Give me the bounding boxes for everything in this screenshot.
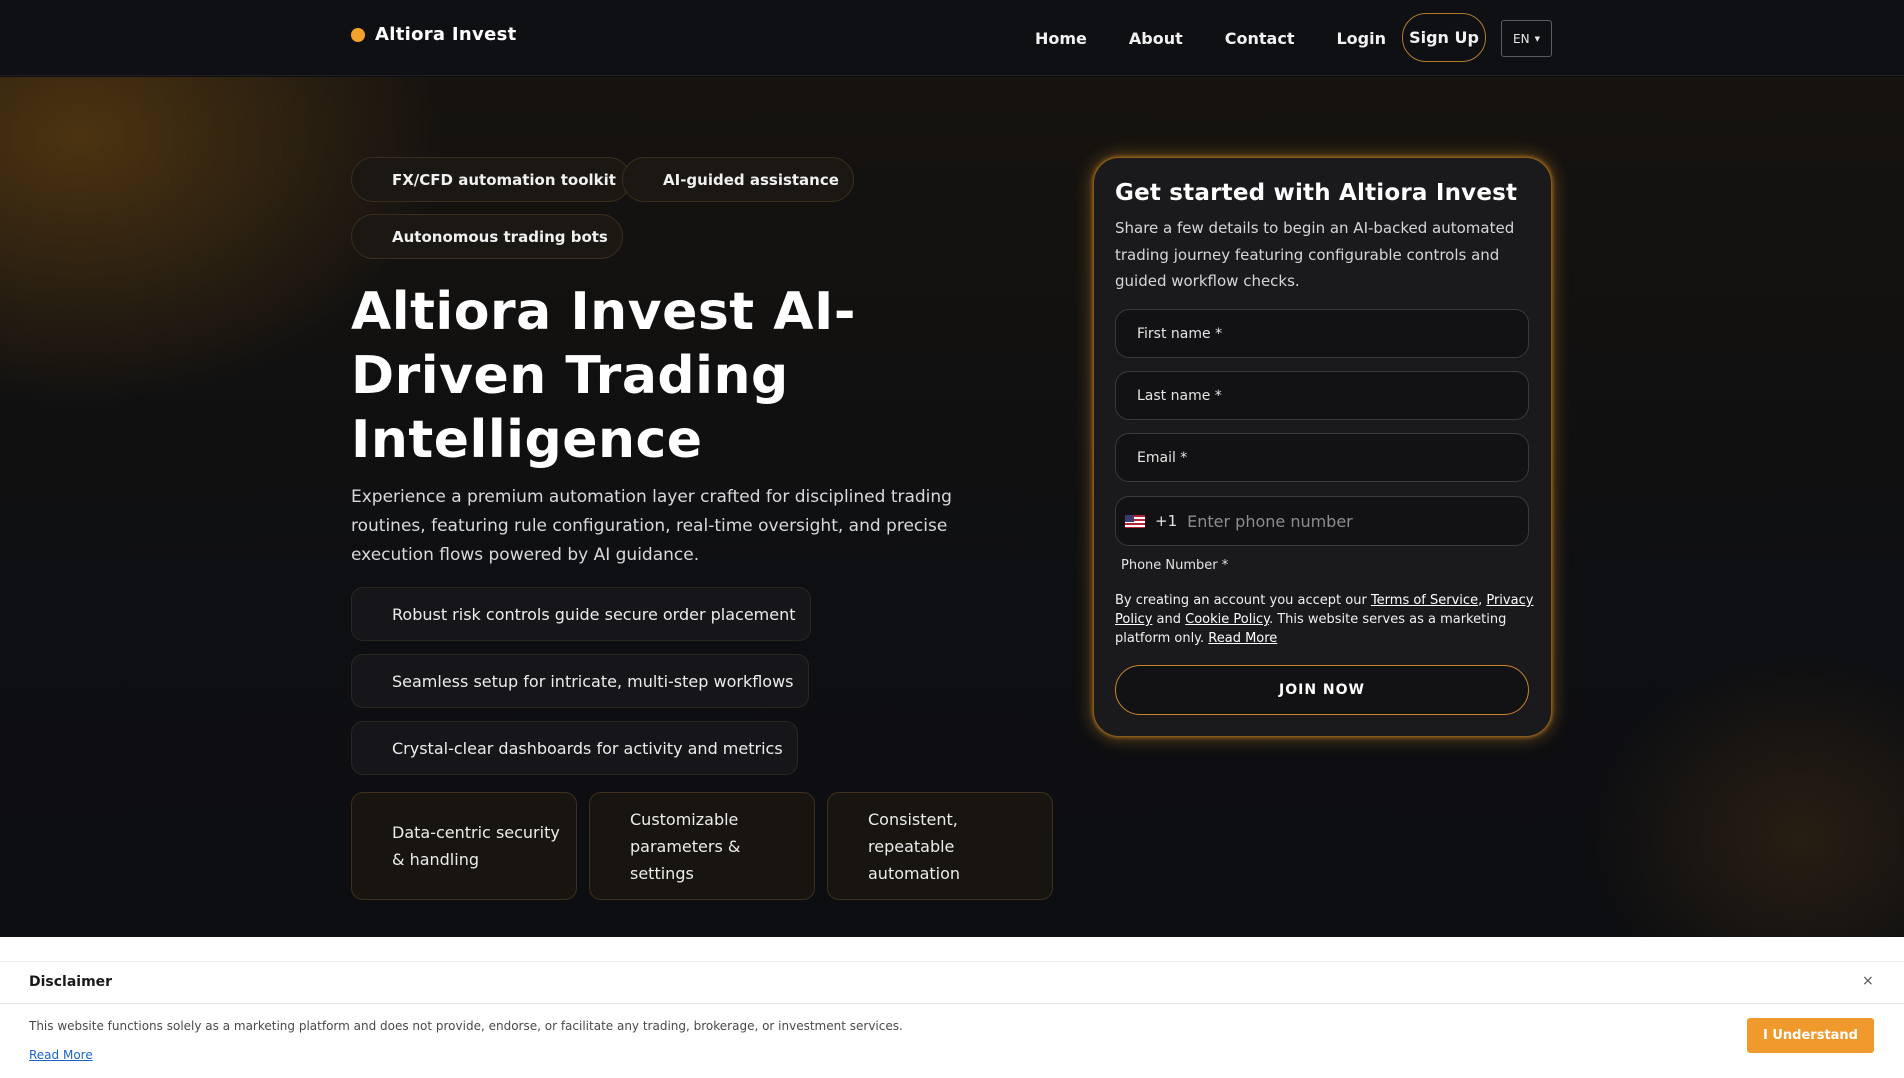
disclaimer-banner: Disclaimer × This website functions sole… [0,937,1904,1078]
nav-link-about[interactable]: About [1129,29,1183,48]
cookie-link[interactable]: Cookie Policy [1185,612,1269,627]
hero-lead-text: Experience a premium automation layer cr… [351,487,952,565]
nav-link-contact[interactable]: Contact [1225,29,1295,48]
legal-comma: , [1478,593,1483,608]
terms-link[interactable]: Terms of Service [1371,593,1478,608]
tag-pill: Autonomous trading bots [351,214,623,259]
legal-text: By creating an account you accept our Te… [1115,591,1535,648]
email-field[interactable]: Email * [1115,433,1529,482]
caret-down-icon: ▼ [1534,34,1540,43]
feature-card: Consistent, repeatable automation [827,792,1053,900]
form-subtitle: Share a few details to begin an AI-backe… [1115,219,1515,290]
signup-form: Get started with Altiora Invest Share a … [1093,157,1552,737]
last-name-placeholder: Last name * [1137,387,1222,404]
language-selector[interactable]: EN ▼ [1501,20,1552,57]
top-navbar: Altiora Invest Home About Contact Login … [0,0,1904,76]
nav-links: Home About Contact Login [1035,0,1428,76]
nav-link-home[interactable]: Home [1035,29,1087,48]
nav-link-login[interactable]: Login [1336,29,1386,48]
disclaimer-title: Disclaimer [29,974,113,990]
close-icon[interactable]: × [1862,973,1874,989]
signup-button[interactable]: Sign Up [1402,13,1486,62]
tag-pill: FX/CFD automation toolkit [351,157,631,202]
disclaimer-text: This website functions solely as a marke… [29,1019,903,1033]
tag-pill: AI-guided assistance [622,157,854,202]
first-name-field[interactable]: First name * [1115,309,1529,358]
feature-card: Data-centric security & handling [351,792,577,900]
first-name-placeholder: First name * [1137,325,1223,342]
disclaimer-header: Disclaimer × [0,961,1904,1004]
brand-dot-icon [351,27,365,42]
last-name-field[interactable]: Last name * [1115,371,1529,420]
join-now-button[interactable]: JOIN NOW [1115,665,1529,715]
feature-item: Seamless setup for intricate, multi-step… [351,654,809,708]
feature-item: Robust risk controls guide secure order … [351,587,811,641]
phone-label: Phone Number * [1121,558,1229,573]
i-understand-button[interactable]: I Understand [1747,1018,1874,1053]
disclaimer-read-more-link[interactable]: Read More [29,1048,93,1062]
brand-logo[interactable]: Altiora Invest [351,24,517,45]
email-placeholder: Email * [1137,449,1188,466]
phone-field: +1 [1115,496,1529,546]
dial-code[interactable]: +1 [1155,512,1177,530]
disclaimer-spacer [0,937,1904,961]
hero-headline: Altiora Invest AI-Driven Trading Intelli… [351,282,856,470]
legal-prefix: By creating an account you accept our [1115,593,1371,608]
brand-name: Altiora Invest [375,24,517,45]
legal-and: and [1152,612,1186,627]
legal-read-more-link[interactable]: Read More [1208,631,1277,646]
language-label: EN [1513,31,1530,46]
form-title: Get started with Altiora Invest [1115,180,1518,206]
feature-item: Crystal-clear dashboards for activity an… [351,721,798,775]
us-flag-icon[interactable] [1125,514,1145,528]
phone-input[interactable] [1187,511,1528,531]
feature-card: Customizable parameters & settings [589,792,815,900]
